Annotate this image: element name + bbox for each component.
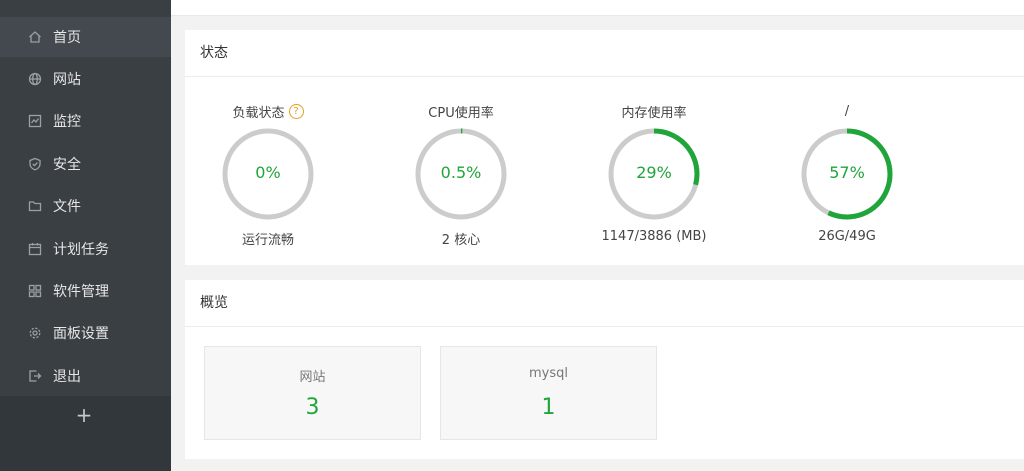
cpu-gauge[interactable]: CPU使用率 0.5% 2 核心 bbox=[391, 102, 531, 248]
sidebar-item-label: 安全 bbox=[53, 157, 81, 173]
memory-gauge[interactable]: 内存使用率 29% 1147/3886 (MB) bbox=[584, 102, 724, 245]
disk-gauge[interactable]: / 57% 26G/49G bbox=[777, 102, 917, 244]
gauge-label: 内存使用率 bbox=[584, 102, 724, 121]
sidebar-item-label: 退出 bbox=[53, 369, 81, 385]
sidebar-item-label: 网站 bbox=[53, 72, 81, 88]
stat-name: mysql bbox=[529, 366, 568, 381]
gauge-label-text: 负载状态 bbox=[232, 105, 285, 121]
sidebar-top bbox=[0, 0, 171, 18]
folder-icon bbox=[27, 198, 43, 214]
sidebar-item-logout[interactable]: 退出 bbox=[0, 356, 171, 396]
gauge-subtitle: 1147/3886 (MB) bbox=[601, 229, 707, 244]
add-button[interactable]: + bbox=[73, 404, 95, 426]
sidebar-item-label: 首页 bbox=[53, 30, 81, 46]
stat-count[interactable]: 1 bbox=[441, 395, 656, 420]
stat-count[interactable]: 3 bbox=[205, 395, 420, 420]
sidebar-item-security[interactable]: 安全 bbox=[0, 144, 171, 184]
gauge-value: 29% bbox=[636, 163, 672, 182]
gear-icon bbox=[27, 325, 43, 341]
load-gauge[interactable]: 负载状态 ? 0% 运行流畅 bbox=[198, 102, 338, 248]
gauge-label-text: CPU使用率 bbox=[428, 105, 494, 121]
help-icon[interactable]: ? bbox=[288, 103, 304, 119]
logout-icon bbox=[27, 368, 43, 384]
sidebar-item-label: 文件 bbox=[53, 199, 81, 215]
gauge-label: CPU使用率 bbox=[391, 102, 531, 121]
gauge-value: 0.5% bbox=[440, 163, 482, 182]
sidebar-item-software[interactable]: 软件管理 bbox=[0, 271, 171, 311]
sidebar-item-settings[interactable]: 面板设置 bbox=[0, 313, 171, 353]
gauge-label: / bbox=[777, 102, 917, 120]
gauge-subtitle: 2 核心 bbox=[441, 233, 481, 248]
globe-icon bbox=[27, 71, 43, 87]
sidebar-item-label: 计划任务 bbox=[53, 242, 109, 258]
top-bar bbox=[171, 0, 1024, 16]
gauge-label-text: 内存使用率 bbox=[621, 105, 687, 121]
mysql-count-card[interactable]: mysql 1 bbox=[440, 346, 657, 440]
calendar-icon bbox=[27, 241, 43, 257]
sidebar-item-cron[interactable]: 计划任务 bbox=[0, 229, 171, 269]
monitor-icon bbox=[27, 113, 43, 129]
sidebar-item-monitor[interactable]: 监控 bbox=[0, 101, 171, 141]
sidebar-item-home[interactable]: 首页 bbox=[0, 17, 171, 57]
gauge-value: 0% bbox=[255, 163, 281, 182]
gauge-label-text: / bbox=[844, 103, 850, 119]
gauge-subtitle: 26G/49G bbox=[818, 229, 876, 244]
website-count-card[interactable]: 网站 3 bbox=[204, 346, 421, 440]
sidebar-item-website[interactable]: 网站 bbox=[0, 59, 171, 99]
sidebar-item-label: 面板设置 bbox=[53, 326, 109, 342]
grid-icon bbox=[27, 283, 43, 299]
sidebar-item-label: 软件管理 bbox=[53, 284, 109, 300]
gauge-value: 57% bbox=[829, 163, 865, 182]
sidebar-item-files[interactable]: 文件 bbox=[0, 186, 171, 226]
status-panel-title: 状态 bbox=[185, 30, 1024, 77]
gauge-subtitle: 运行流畅 bbox=[241, 233, 294, 248]
gauge-label: 负载状态 ? bbox=[198, 102, 338, 121]
shield-icon bbox=[27, 156, 43, 172]
stat-name: 网站 bbox=[299, 370, 326, 385]
sidebar-item-label: 监控 bbox=[53, 114, 81, 130]
home-icon bbox=[27, 29, 43, 45]
overview-panel-title: 概览 bbox=[185, 280, 1024, 327]
